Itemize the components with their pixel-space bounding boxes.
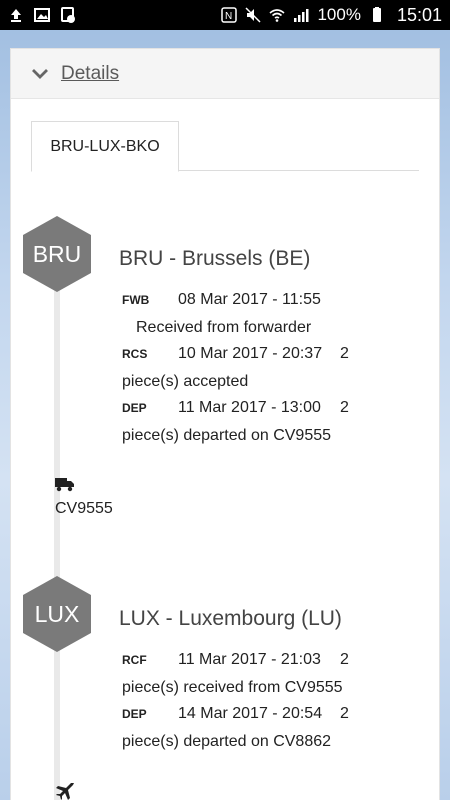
event-row: FWB 08 Mar 2017 - 11:55 Received from for… [122,286,362,341]
signal-icon [293,7,309,23]
status-bar: N 100% 15:01 [0,0,450,30]
transport-leg [55,780,75,800]
event-count: 2 [340,399,349,416]
stop-title: LUX - Luxembourg (LU) [119,607,342,630]
event-description: piece(s) departed on CV9555 [122,427,332,444]
event-date: 11 Mar 2017 - 21:03 [178,651,321,668]
details-link[interactable]: Details [61,63,119,85]
upload-icon [8,7,24,23]
battery-icon [369,7,385,23]
event-date: 11 Mar 2017 - 13:00 [178,399,321,416]
stop-code: BRU [32,240,82,267]
event-count: 2 [340,345,349,362]
mute-icon [245,7,261,23]
svg-text:N: N [225,11,232,22]
event-row: DEP 14 Mar 2017 - 20:54 2 piece(s) departe… [122,700,362,755]
event-description: piece(s) received from CV9555 [122,679,343,696]
event-row: RCS 10 Mar 2017 - 20:37 2 piece(s) accepte… [122,340,362,395]
transport-leg: CV9555 [55,476,113,518]
plane-icon [55,780,75,800]
event-date: 14 Mar 2017 - 20:54 [178,705,323,722]
event-description: Received from forwarder [136,319,312,336]
event-date: 10 Mar 2017 - 20:37 [178,345,323,362]
wifi-icon [269,7,285,23]
event-code: DEP [122,707,147,721]
clock: 15:01 [396,4,442,25]
stop-badge-lux: LUX [23,576,91,652]
details-toggle[interactable]: Details [11,49,439,99]
event-code: RCF [122,653,147,667]
chevron-down-icon [31,65,49,83]
event-description: piece(s) departed on CV8862 [122,733,332,750]
stop-code: LUX [34,600,80,627]
event-code: RCS [122,347,148,361]
image-icon [34,7,50,23]
timeline-line [54,249,60,800]
event-count: 2 [340,705,349,722]
transport-label: CV9555 [55,500,113,517]
event-row: RCF 11 Mar 2017 - 21:03 2 piece(s) receive… [122,646,362,701]
stop-title: BRU - Brussels (BE) [119,247,311,270]
event-code: FWB [122,293,150,307]
event-count: 2 [340,651,349,668]
event-row: DEP 11 Mar 2017 - 13:00 2 piece(s) departe… [122,394,362,449]
event-date: 08 Mar 2017 - 11:55 [178,291,321,308]
details-card: Details BRU-LUX-BKO BRU BRU - Brussels (… [10,48,440,800]
tab-bar: BRU-LUX-BKO [31,121,419,172]
event-code: DEP [122,401,147,415]
battery-percent: 100% [317,5,361,24]
nfc-icon: N [221,7,238,23]
gallery-icon [60,7,76,23]
event-description: piece(s) accepted [122,373,249,390]
truck-icon [55,476,75,492]
tab-route[interactable]: BRU-LUX-BKO [31,121,179,172]
stop-badge-bru: BRU [23,216,91,292]
